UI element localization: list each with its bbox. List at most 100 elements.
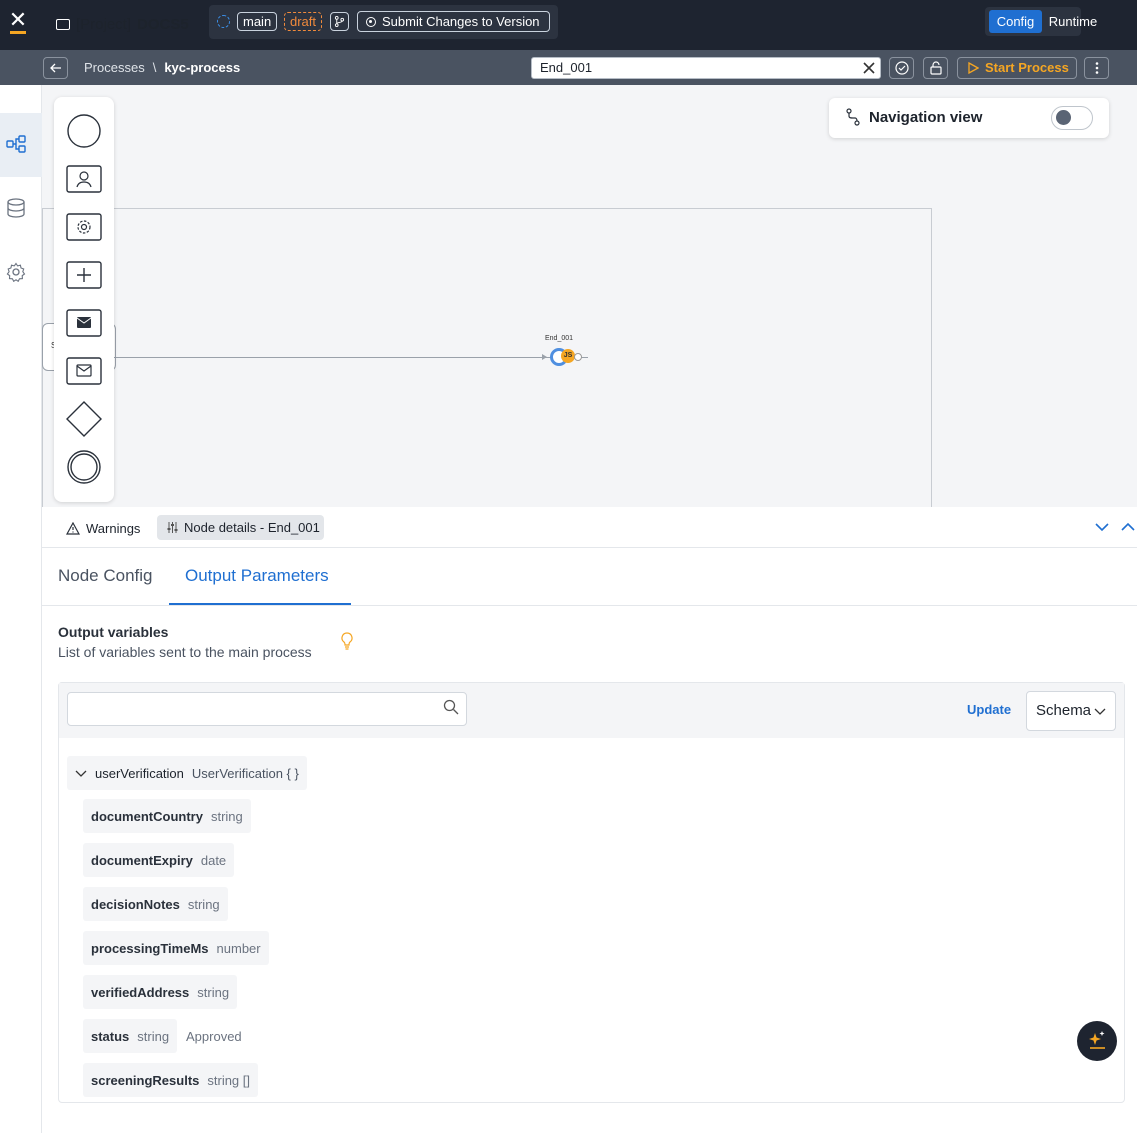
root-variable-type: UserVerification { } (191, 765, 299, 781)
js-script-badge[interactable]: JS (561, 349, 575, 363)
project-label: [Project] (76, 15, 132, 33)
variable-row[interactable]: documentCountry string (83, 799, 251, 833)
variable-name: status (91, 1028, 130, 1044)
folder-icon (56, 18, 70, 30)
clear-search-button[interactable] (860, 58, 878, 78)
left-rail (0, 85, 42, 1133)
warnings-tab-label: Warnings (86, 520, 141, 536)
check-circle-icon (894, 61, 909, 75)
update-button[interactable]: Update (967, 702, 1011, 717)
process-canvas[interactable]: S End_001 JS (42, 85, 1137, 507)
project-name: DOCS5 (137, 15, 189, 33)
variable-name: documentCountry (91, 808, 203, 824)
project-title[interactable]: [Project] DOCS5 (56, 14, 189, 34)
logo-underline (10, 31, 26, 34)
draft-status-pill: draft (284, 12, 323, 31)
sequence-flow[interactable] (114, 357, 588, 358)
node-search-input[interactable]: End_001 (531, 57, 881, 79)
variable-row[interactable]: documentExpiry date (83, 843, 235, 877)
variable-type: string (197, 984, 230, 1000)
warnings-tab[interactable]: Warnings (66, 517, 140, 539)
node-connector-handle[interactable] (574, 353, 582, 361)
more-vertical-icon (1095, 62, 1098, 74)
envelope-filled-icon (66, 309, 102, 337)
bpmn-palette (54, 97, 114, 502)
process-diagram-icon[interactable] (6, 134, 26, 154)
variable-type: date (200, 852, 227, 868)
chevron-down-icon[interactable] (75, 767, 87, 779)
chevron-down-icon[interactable] (1094, 519, 1110, 535)
tab-node-config[interactable]: Node Config (58, 566, 153, 586)
variable-default-value: Approved (186, 1029, 242, 1044)
node-details-tab-label: Node details - End_001 (184, 520, 320, 535)
app-logo[interactable]: ✕ (8, 9, 28, 34)
subprocess-tool[interactable] (66, 257, 102, 293)
variable-row[interactable]: processingTimeMs number (83, 931, 269, 965)
close-icon (863, 62, 875, 74)
gear-icon[interactable] (6, 262, 26, 283)
sliders-icon (167, 522, 178, 533)
user-task-icon (66, 165, 102, 193)
config-mode-button[interactable]: Config (989, 10, 1042, 33)
start-event-tool[interactable] (66, 113, 102, 149)
branch-pill[interactable]: main (237, 12, 278, 31)
breadcrumb-current: kyc-process (164, 60, 241, 75)
chevron-down-icon (1094, 704, 1106, 716)
variable-type: string [] (207, 1072, 250, 1088)
unlock-icon (929, 61, 942, 75)
variable-name: screeningResults (91, 1072, 200, 1088)
start-process-button[interactable]: Start Process (957, 57, 1077, 79)
search-icon[interactable] (443, 699, 461, 717)
output-variables-subtitle: List of variables sent to the main proce… (58, 644, 312, 660)
git-branch-button[interactable] (330, 12, 349, 31)
variable-row[interactable]: screeningResults string [] (83, 1063, 258, 1097)
breadcrumb-separator: \ (152, 60, 157, 75)
end-event-tool[interactable] (66, 449, 102, 485)
node-details-tab[interactable]: Node details - End_001 (157, 515, 324, 540)
tree-root-row[interactable]: userVerification UserVerification { } (67, 756, 307, 790)
unlock-button[interactable] (923, 57, 948, 79)
envelope-icon (66, 357, 102, 385)
back-button[interactable] (43, 57, 68, 79)
end-node-label: End_001 (545, 335, 574, 342)
send-message-task-tool[interactable] (66, 305, 102, 341)
variables-search-input[interactable] (67, 692, 467, 726)
active-tab-indicator (169, 603, 351, 605)
chevron-up-icon[interactable] (1120, 519, 1136, 535)
git-branch-icon (334, 15, 345, 27)
sync-status-icon (217, 15, 230, 28)
ai-assistant-button[interactable] (1077, 1021, 1117, 1061)
flow-arrowhead (542, 354, 547, 360)
breadcrumb-processes[interactable]: Processes (84, 60, 145, 76)
warning-triangle-icon (66, 521, 80, 535)
user-task-tool[interactable] (66, 161, 102, 197)
variable-row[interactable]: status string (83, 1019, 178, 1053)
tab-output-parameters[interactable]: Output Parameters (185, 566, 329, 586)
variable-row[interactable]: verifiedAddress string (83, 975, 238, 1009)
navigation-view-title: Navigation view (869, 109, 983, 126)
variable-type: string (210, 808, 243, 824)
navigation-view-toggle[interactable] (1051, 106, 1093, 130)
record-icon (366, 16, 376, 27)
submit-changes-button[interactable]: Submit Changes to Version (357, 11, 550, 32)
variable-row[interactable]: decisionNotes string (83, 887, 228, 921)
variable-name: documentExpiry (91, 852, 193, 868)
toggle-knob (1056, 110, 1071, 125)
database-icon[interactable] (6, 198, 26, 218)
arrow-left-icon (49, 63, 61, 73)
output-variables-title: Output variables (58, 624, 169, 640)
service-task-tool[interactable] (66, 209, 102, 245)
route-icon (845, 108, 861, 126)
gateway-tool[interactable] (66, 401, 102, 437)
variable-type: string (187, 896, 220, 912)
variable-name: processingTimeMs (91, 940, 209, 956)
lightbulb-icon[interactable] (340, 632, 354, 650)
receive-message-task-tool[interactable] (66, 353, 102, 389)
breadcrumb: Processes \ kyc-process (84, 60, 240, 76)
play-icon (968, 62, 979, 74)
sparkle-icon (1089, 1031, 1105, 1049)
more-menu-button[interactable] (1084, 57, 1109, 79)
validate-button[interactable] (889, 57, 914, 79)
service-task-icon (66, 213, 102, 241)
runtime-mode-button[interactable]: Runtime (1045, 10, 1101, 33)
